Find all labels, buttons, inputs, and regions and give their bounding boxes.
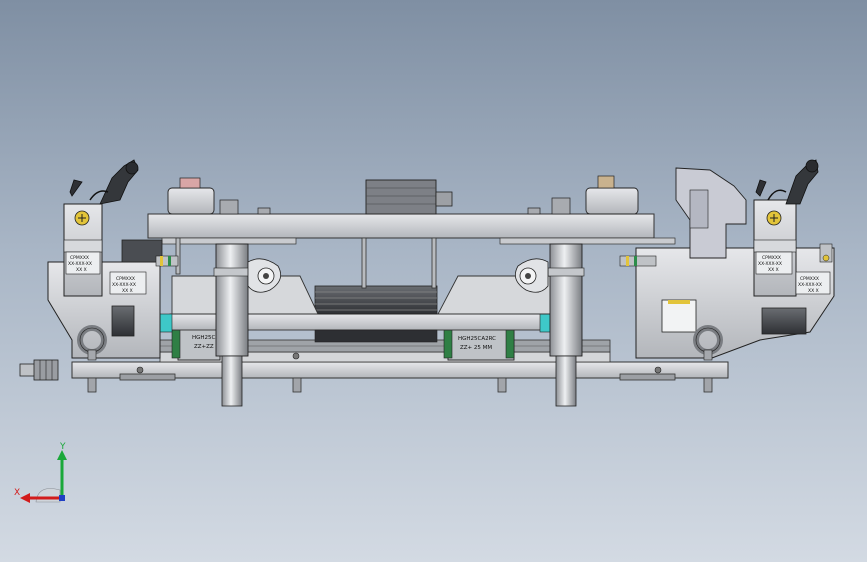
y-axis-label: Y bbox=[59, 442, 66, 452]
triad-plane bbox=[35, 488, 61, 503]
right-side-stub bbox=[819, 243, 833, 263]
left-plate-line-1: CPMXXX bbox=[70, 255, 89, 261]
base-plate bbox=[71, 351, 729, 381]
left-plate-line-3: XX X bbox=[76, 267, 87, 273]
right-clamp-handle[interactable] bbox=[755, 159, 819, 205]
left-plate-line-2: XX-XXX-XX bbox=[68, 261, 92, 267]
adjuster-bolt-left bbox=[19, 359, 59, 381]
right-plate-line-1: CPMXXX bbox=[762, 255, 781, 261]
left-clamp-handle[interactable] bbox=[69, 159, 139, 205]
column-right bbox=[547, 243, 585, 407]
right-bracket bbox=[635, 247, 835, 359]
right-plate2-line-3: XX X bbox=[808, 288, 819, 294]
top-beam bbox=[147, 213, 676, 245]
base-bolts bbox=[87, 377, 713, 393]
right-valve bbox=[619, 255, 657, 267]
left-plate2-line-3: XX X bbox=[122, 288, 133, 294]
left-nameplate: CPMXXX XX-XXX-XX XX X bbox=[65, 251, 101, 275]
left-valve bbox=[155, 255, 179, 267]
right-clamp-body bbox=[753, 199, 797, 297]
rail-label-left-2: ZZ+ZZ bbox=[194, 344, 214, 350]
right-plate2-line-1: CPMXXX bbox=[800, 276, 819, 282]
left-plate2-line-1: CPMXXX bbox=[116, 276, 135, 282]
top-pulley-left bbox=[167, 177, 215, 215]
right-cylinder-housing bbox=[675, 167, 747, 259]
right-nameplate: CPMXXX XX-XXX-XX XX X bbox=[755, 251, 793, 275]
right-nameplate-2: CPMXXX XX-XXX-XX XX X bbox=[795, 271, 831, 295]
z-axis-marker bbox=[59, 495, 65, 501]
rail-label-left-1: HGH25CA bbox=[192, 335, 219, 341]
cad-viewport[interactable]: HGH25CA ZZ+ZZ HGH25CA2RC ZZ+ 25 MM CPMXX… bbox=[0, 0, 867, 562]
right-plate-line-3: XX X bbox=[768, 267, 779, 273]
axis-triad: Y X bbox=[14, 442, 67, 503]
left-nameplate-2: CPMXXX XX-XXX-XX XX X bbox=[109, 271, 147, 295]
heatsink-block bbox=[314, 285, 438, 343]
motor bbox=[365, 179, 453, 215]
rail-carriage-left: HGH25CA ZZ+ZZ bbox=[171, 327, 221, 361]
right-plate2-line-2: XX-XXX-XX bbox=[798, 282, 822, 288]
left-plate2-line-2: XX-XXX-XX bbox=[112, 282, 136, 288]
x-axis-label: X bbox=[14, 488, 20, 498]
left-clamp-body bbox=[63, 203, 103, 297]
rail-label-right-1: HGH25CA2RC bbox=[458, 336, 496, 342]
top-pulley-right bbox=[585, 175, 639, 215]
column-left bbox=[213, 243, 251, 407]
rail-label-right-2: ZZ+ 25 MM bbox=[460, 345, 492, 351]
rail-carriage-right: HGH25CA2RC ZZ+ 25 MM bbox=[443, 327, 515, 361]
right-plate-line-2: XX-XXX-XX bbox=[758, 261, 782, 267]
